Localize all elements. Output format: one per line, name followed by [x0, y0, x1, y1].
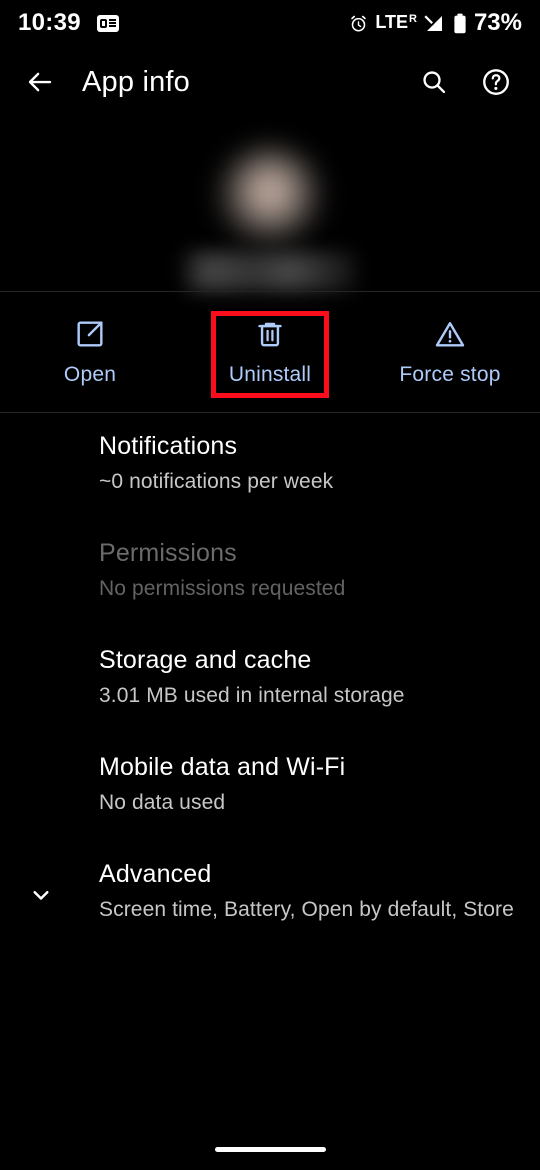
list-item-title: Notifications: [99, 432, 238, 460]
list-item-notifications[interactable]: Notifications ~0 notifications per week: [0, 413, 540, 520]
open-in-new-icon: [73, 317, 107, 351]
list-item-subtitle: 3.01 MB used in internal storage: [99, 683, 405, 707]
force-stop-button-label: Force stop: [399, 363, 501, 386]
status-bar-clock: 10:39: [18, 9, 81, 36]
blurred-app-name: [184, 252, 356, 291]
list-item-title: Storage and cache: [99, 646, 312, 674]
list-item-subtitle: No permissions requested: [99, 576, 346, 600]
google-news-notification-icon: [96, 14, 119, 32]
blurred-app-icon: [218, 146, 322, 247]
list-item-subtitle: ~0 notifications per week: [99, 469, 334, 493]
open-button[interactable]: Open: [0, 292, 180, 412]
navigation-bar: [0, 1128, 540, 1170]
app-info-screen: 10:39 LTER 73% App info Open Uninstall F…: [0, 0, 540, 1170]
page-title: App info: [82, 65, 191, 98]
network-type-label: LTER: [375, 12, 417, 32]
alarm-clock-icon: [349, 14, 368, 33]
list-item-title: Mobile data and Wi-Fi: [99, 753, 346, 781]
app-identity-header: [0, 124, 540, 291]
status-bar: 10:39 LTER 73%: [0, 0, 540, 46]
list-item-storage-and-cache[interactable]: Storage and cache 3.01 MB used in intern…: [0, 627, 540, 734]
list-item-title: Permissions: [99, 539, 237, 567]
open-button-label: Open: [63, 363, 117, 386]
list-item-permissions[interactable]: Permissions No permissions requested: [0, 520, 540, 627]
list-item-mobile-data-and-wifi[interactable]: Mobile data and Wi-Fi No data used: [0, 734, 540, 841]
list-item-title: Advanced: [99, 860, 212, 888]
battery-percent-label: 73%: [473, 9, 522, 36]
home-gesture-pill[interactable]: [214, 1146, 326, 1152]
app-bar-actions: [408, 56, 522, 108]
warning-triangle-icon: [433, 317, 467, 351]
app-bar: App info: [0, 46, 540, 118]
force-stop-button[interactable]: Force stop: [360, 292, 540, 412]
battery-icon: [453, 13, 467, 34]
help-circle-icon[interactable]: [470, 56, 522, 108]
app-action-row: Open Uninstall Force stop: [0, 292, 540, 412]
roaming-indicator: R: [409, 12, 417, 25]
uninstall-button-label: Uninstall: [228, 363, 312, 386]
list-item-subtitle: Screen time, Battery, Open by default, S…: [99, 897, 514, 921]
signal-bars-icon: [424, 14, 444, 33]
app-settings-list: Notifications ~0 notifications per week …: [0, 413, 540, 948]
list-item-subtitle: No data used: [99, 790, 226, 814]
back-arrow-icon[interactable]: [12, 54, 68, 110]
search-icon[interactable]: [408, 56, 460, 108]
trash-can-icon: [253, 317, 287, 351]
chevron-down-icon[interactable]: [27, 881, 55, 909]
status-bar-right-cluster: LTER 73%: [349, 11, 522, 35]
list-item-advanced[interactable]: Advanced Screen time, Battery, Open by d…: [0, 841, 540, 948]
uninstall-button[interactable]: Uninstall: [180, 292, 360, 412]
